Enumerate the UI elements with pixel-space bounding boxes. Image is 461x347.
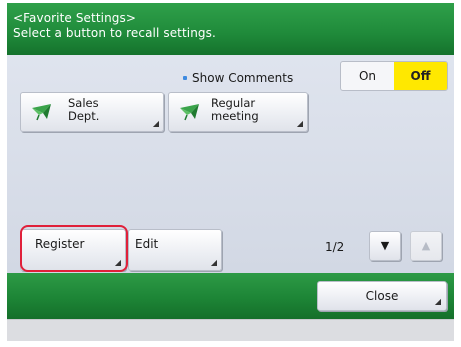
green-flag-icon <box>180 104 199 121</box>
triangle-up-icon: ▲ <box>421 239 431 252</box>
triangle-down-icon: ▼ <box>380 239 390 252</box>
favorite-label: Regular meeting <box>211 97 259 123</box>
screen-title: <Favorite Settings> <box>13 11 136 25</box>
favorite-label-line2: meeting <box>211 109 259 123</box>
screen-instruction: Select a button to recall settings. <box>13 26 216 40</box>
close-button[interactable]: Close ◢ <box>317 281 447 311</box>
bullet-icon <box>183 75 187 80</box>
show-comments-toggle: On Off <box>340 61 448 91</box>
page-indicator: 1/2 <box>325 240 345 254</box>
show-comments-label: Show Comments <box>183 71 293 85</box>
favorite-label-line2: Dept. <box>68 109 100 123</box>
header-bar: <Favorite Settings> Select a button to r… <box>7 3 454 55</box>
favorite-regular-meeting-button[interactable]: Regular meeting ◢ <box>168 92 308 132</box>
corner-arrow-icon: ◢ <box>296 119 303 128</box>
status-strip <box>7 319 454 341</box>
favorite-label: Sales Dept. <box>68 97 99 123</box>
corner-arrow-icon: ◢ <box>152 119 159 128</box>
comments-on-button[interactable]: On <box>341 62 394 90</box>
scroll-up-button[interactable]: ▲ <box>410 231 442 261</box>
register-highlight-outline <box>20 225 128 272</box>
comments-off-button[interactable]: Off <box>394 62 447 90</box>
footer-bar: Close ◢ <box>7 273 454 319</box>
favorite-sales-dept-button[interactable]: Sales Dept. ◢ <box>20 92 164 132</box>
corner-arrow-icon: ◢ <box>434 297 441 306</box>
scroll-down-button[interactable]: ▼ <box>369 231 401 261</box>
corner-arrow-icon: ◢ <box>210 258 217 267</box>
show-comments-text: Show Comments <box>192 71 294 85</box>
close-label: Close <box>365 289 399 303</box>
favorite-settings-screen: <Favorite Settings> Select a button to r… <box>7 3 454 341</box>
green-flag-icon <box>32 104 51 121</box>
edit-button[interactable]: Edit ◢ <box>128 229 222 271</box>
edit-label: Edit <box>135 237 159 251</box>
